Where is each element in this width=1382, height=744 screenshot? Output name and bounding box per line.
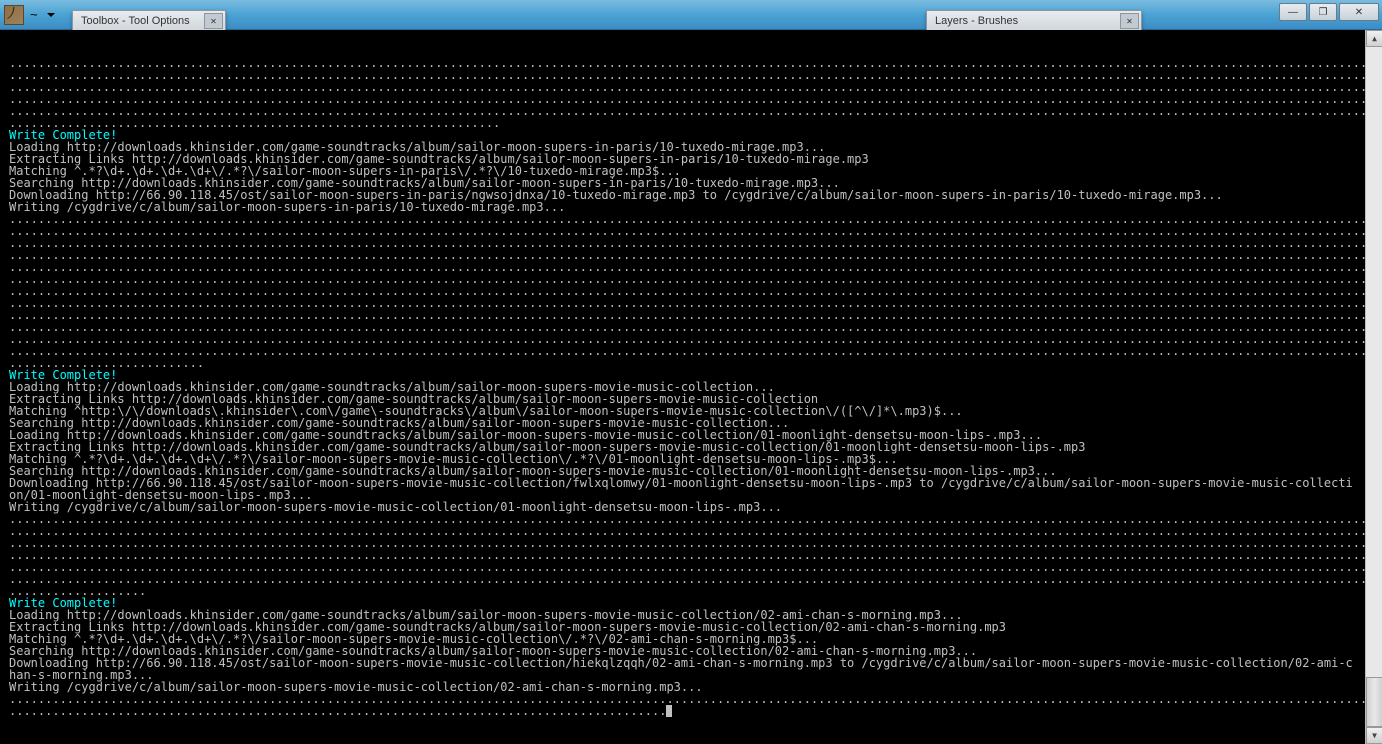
toolbox-close-button[interactable]: ✕ [204,13,223,29]
scrollbar[interactable]: ▲ ▼ [1365,30,1382,744]
layers-panel-title: Layers - Brushes [927,15,1120,27]
scroll-down-button[interactable]: ▼ [1366,727,1382,744]
window-controls: — ❐ ✕ [1279,3,1379,21]
scroll-thumb[interactable] [1366,677,1382,727]
toolbox-panel[interactable]: Toolbox - Tool Options ✕ [72,10,226,32]
terminal[interactable]: ........................................… [0,30,1382,744]
toolbox-panel-title: Toolbox - Tool Options [73,15,204,27]
progress-dots: ........................................… [9,56,1382,130]
log-downloading: Downloading http://66.90.118.45/ost/sail… [9,656,1353,682]
layers-close-button[interactable]: ✕ [1120,13,1139,29]
progress-dots: ........................................… [9,512,1382,598]
cursor [666,705,672,717]
progress-dots: ........................................… [9,692,1382,718]
terminal-output: ........................................… [9,57,1353,717]
app-icon[interactable] [4,5,24,25]
progress-dots: ........................................… [9,212,1382,370]
layers-panel[interactable]: Layers - Brushes ✕ [926,10,1142,32]
scroll-up-button[interactable]: ▲ [1366,30,1382,47]
dropdown-icon[interactable] [47,13,55,17]
titlebar[interactable]: ~ Toolbox - Tool Options ✕ Layers - Brus… [0,0,1382,30]
log-downloading: Downloading http://66.90.118.45/ost/sail… [9,476,1353,502]
minimize-button[interactable]: — [1279,3,1307,21]
title-text: ~ [30,7,38,22]
maximize-button[interactable]: ❐ [1309,3,1337,21]
close-button[interactable]: ✕ [1339,3,1379,21]
